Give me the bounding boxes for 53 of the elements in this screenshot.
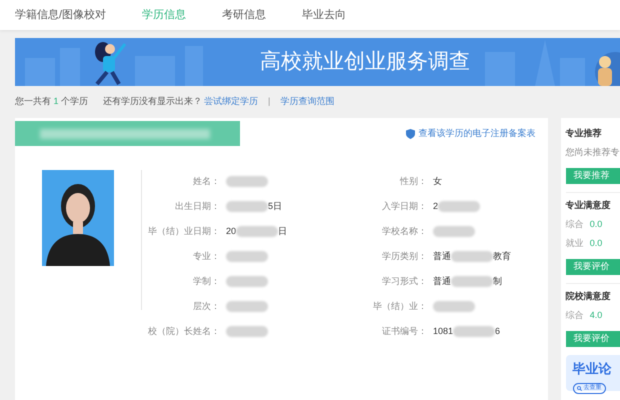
missing-question: 还有学历没有显示出来？ bbox=[103, 95, 202, 108]
field-value: 普通 bbox=[433, 274, 452, 288]
field-value: 教育 bbox=[493, 250, 512, 263]
registration-form-link[interactable]: 查看该学历的电子注册备案表 bbox=[406, 126, 536, 140]
section-title: 院校满意度 bbox=[566, 290, 612, 303]
field-label: 学校名称： bbox=[381, 224, 428, 238]
score-value: 0.0 bbox=[590, 236, 602, 250]
separator: | bbox=[268, 95, 270, 108]
score-value: 4.0 bbox=[590, 308, 602, 322]
field-label: 入学日期： bbox=[381, 200, 428, 213]
field-label: 学制： bbox=[192, 274, 220, 288]
score-label: 综合 bbox=[566, 308, 584, 322]
search-icon bbox=[576, 386, 582, 391]
field-label: 毕（结）业日期： bbox=[147, 224, 220, 238]
field-label: 学历类别： bbox=[381, 250, 428, 263]
nav-tab[interactable]: 毕业去向 bbox=[302, 6, 346, 24]
action-button[interactable]: 我要推荐 bbox=[566, 168, 620, 184]
shield-icon bbox=[406, 128, 415, 138]
nav-tab[interactable]: 考研信息 bbox=[222, 6, 266, 24]
nav-tab[interactable]: 学历信息 bbox=[142, 6, 186, 24]
field-value: 女 bbox=[433, 174, 442, 188]
field-value: 制 bbox=[493, 274, 502, 288]
field-label: 学习形式： bbox=[381, 274, 428, 288]
record-count: 您一共有 1 个学历 bbox=[15, 95, 88, 108]
field-value: 6 bbox=[495, 324, 500, 338]
field-label: 毕（结）业： bbox=[372, 300, 428, 313]
query-scope-link[interactable]: 学历查询范围 bbox=[280, 95, 334, 109]
field-value: 5日 bbox=[268, 200, 282, 213]
bind-record-link[interactable]: 尝试绑定学历 bbox=[204, 95, 258, 109]
field-value: 日 bbox=[278, 224, 288, 238]
action-button[interactable]: 我要评价 bbox=[566, 330, 620, 347]
nav-tab[interactable]: 学籍信息/图像校对 bbox=[15, 6, 106, 24]
field-value: 普通 bbox=[433, 250, 452, 263]
promo-title: 毕业论 bbox=[572, 362, 613, 375]
score-value: 0.0 bbox=[590, 218, 602, 231]
field-label: 出生日期： bbox=[174, 200, 220, 213]
field-value: 1081 bbox=[433, 324, 454, 338]
score-label: 就业 bbox=[566, 236, 584, 250]
section-title: 专业推荐 bbox=[566, 126, 603, 140]
survey-banner[interactable]: 高校就业创业服务调查 bbox=[15, 38, 620, 86]
field-label: 姓名： bbox=[192, 174, 220, 188]
section-title: 专业满意度 bbox=[566, 198, 612, 212]
field-label: 性别： bbox=[398, 174, 428, 188]
field-value: 2 bbox=[433, 200, 438, 213]
field-label: 证书编号： bbox=[381, 324, 428, 338]
field-label: 校（院）长姓名： bbox=[147, 324, 220, 338]
action-button[interactable]: 我要评价 bbox=[566, 258, 620, 275]
field-label: 专业： bbox=[192, 250, 220, 263]
banner-title: 高校就业创业服务调查 bbox=[260, 50, 470, 74]
field-value: 20 bbox=[226, 224, 236, 238]
note-text: 您尚未推荐专 bbox=[566, 146, 620, 159]
score-label: 综合 bbox=[566, 218, 584, 231]
field-label: 层次： bbox=[192, 300, 220, 313]
